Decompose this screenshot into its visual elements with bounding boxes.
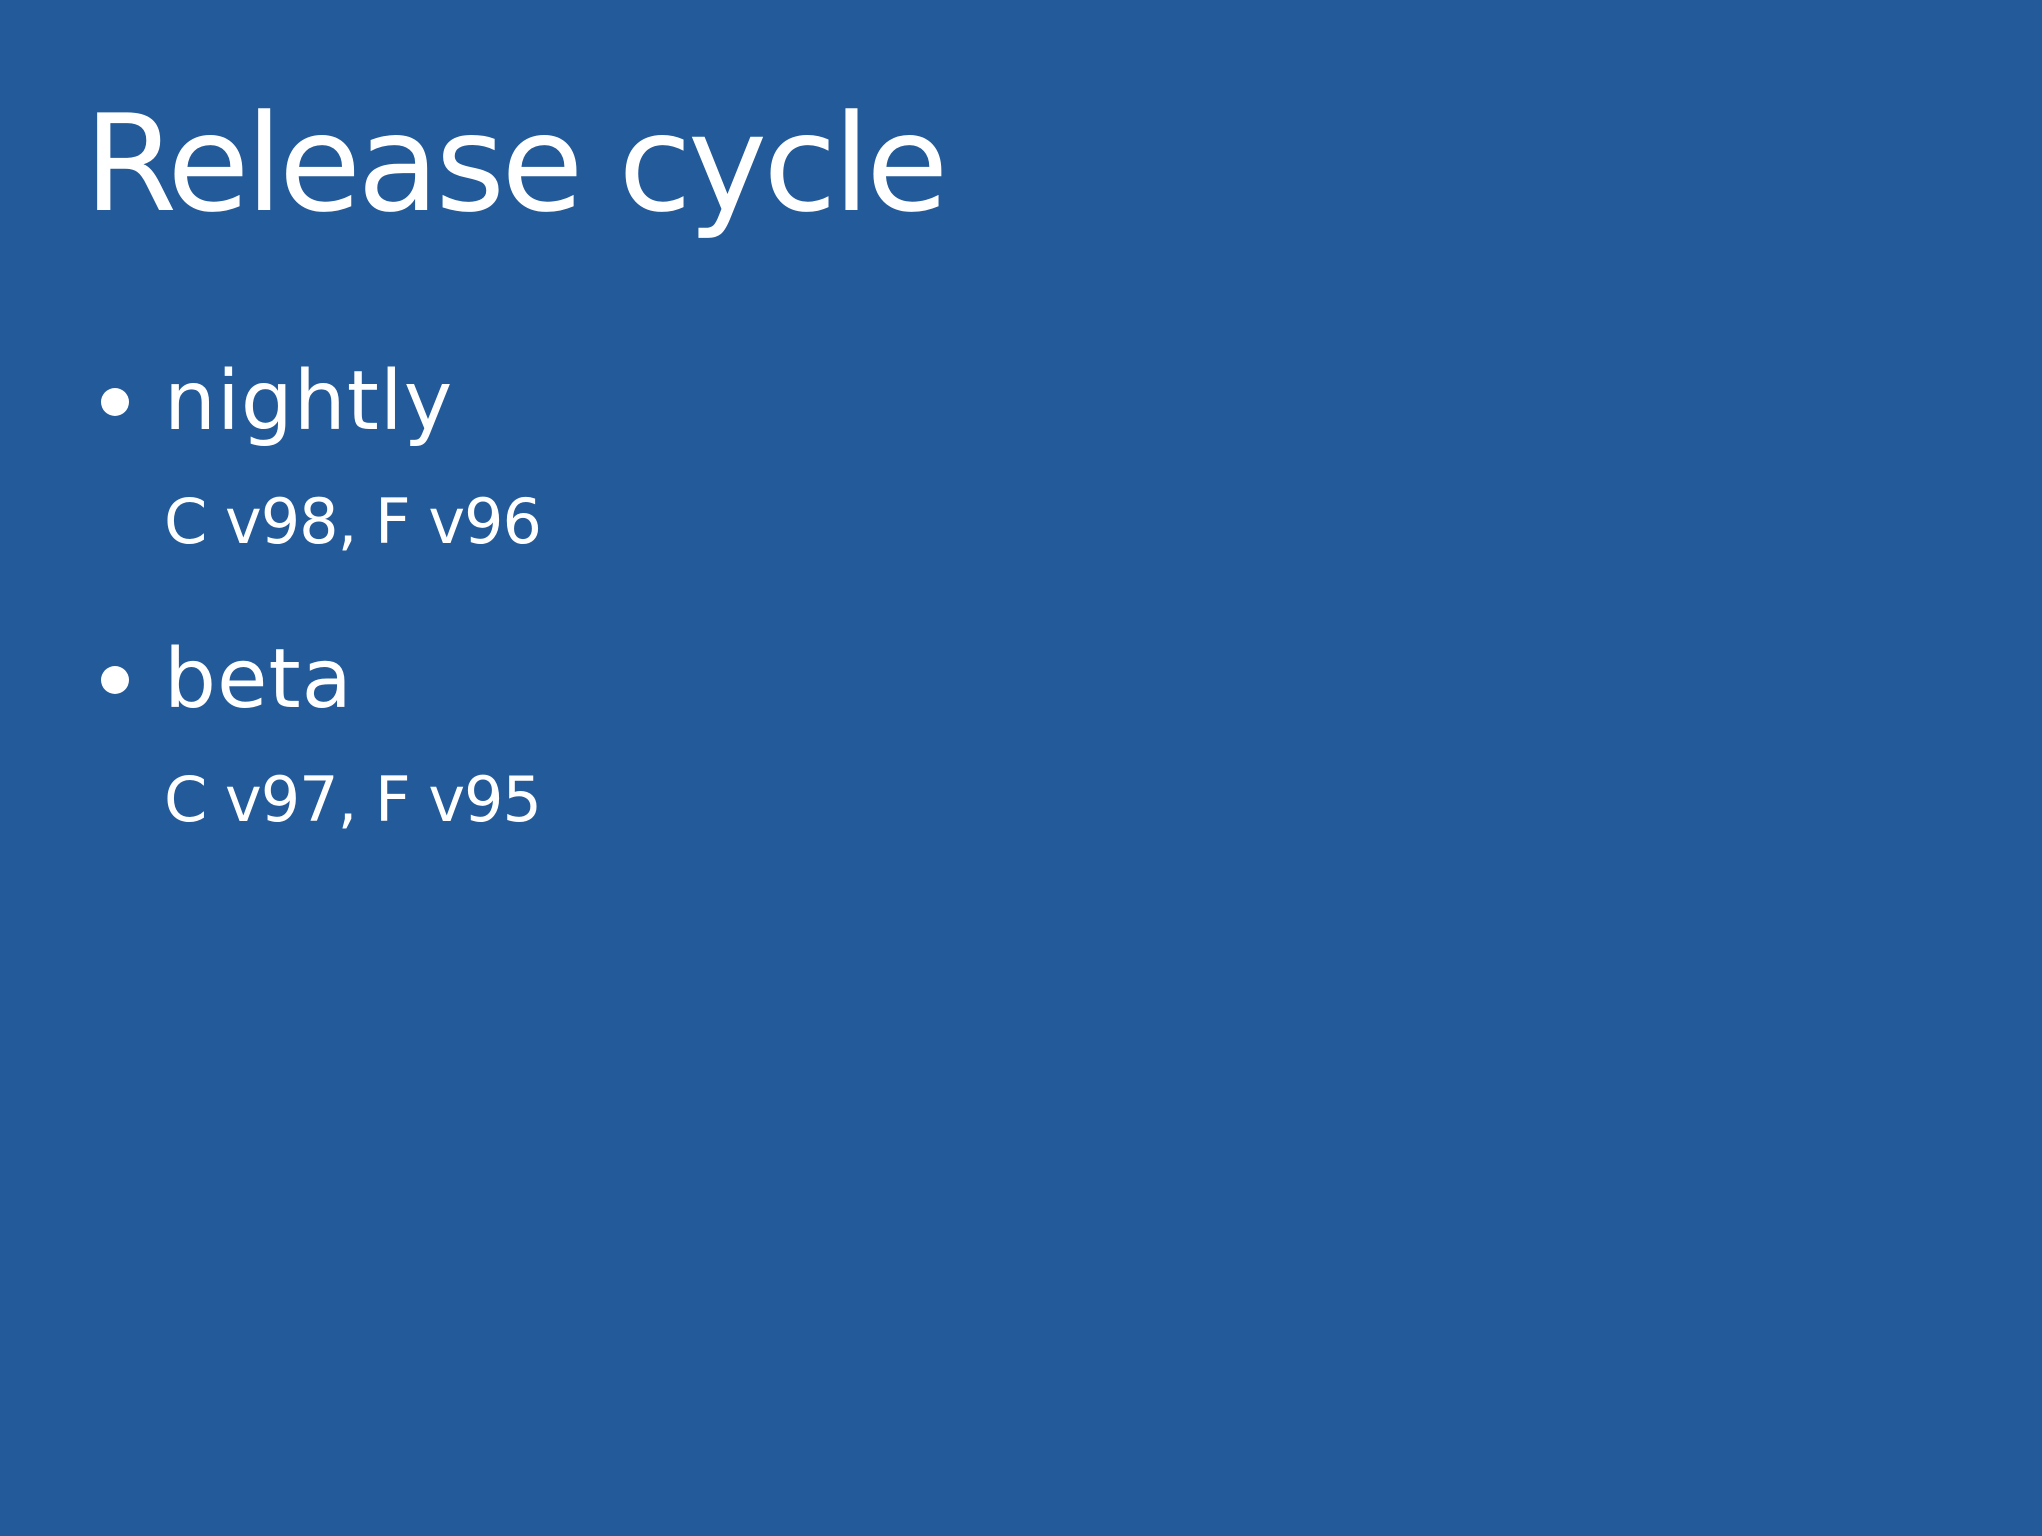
bullet-label: nightly — [164, 354, 454, 449]
bullet-item-nightly: nightly C v98, F v96 — [0, 352, 1000, 558]
bullet-detail: C v97, F v95 — [164, 763, 542, 836]
slide: Release cycle nightly C v98, F v96 beta … — [0, 0, 2042, 1536]
slide-title: Release cycle — [84, 86, 948, 242]
bullet-dot-icon — [101, 666, 129, 694]
bullet-detail: C v98, F v96 — [164, 485, 542, 558]
bullet-dot-icon — [101, 388, 129, 416]
bullet-label: beta — [164, 632, 353, 727]
bullet-item-beta: beta C v97, F v95 — [0, 630, 1000, 836]
